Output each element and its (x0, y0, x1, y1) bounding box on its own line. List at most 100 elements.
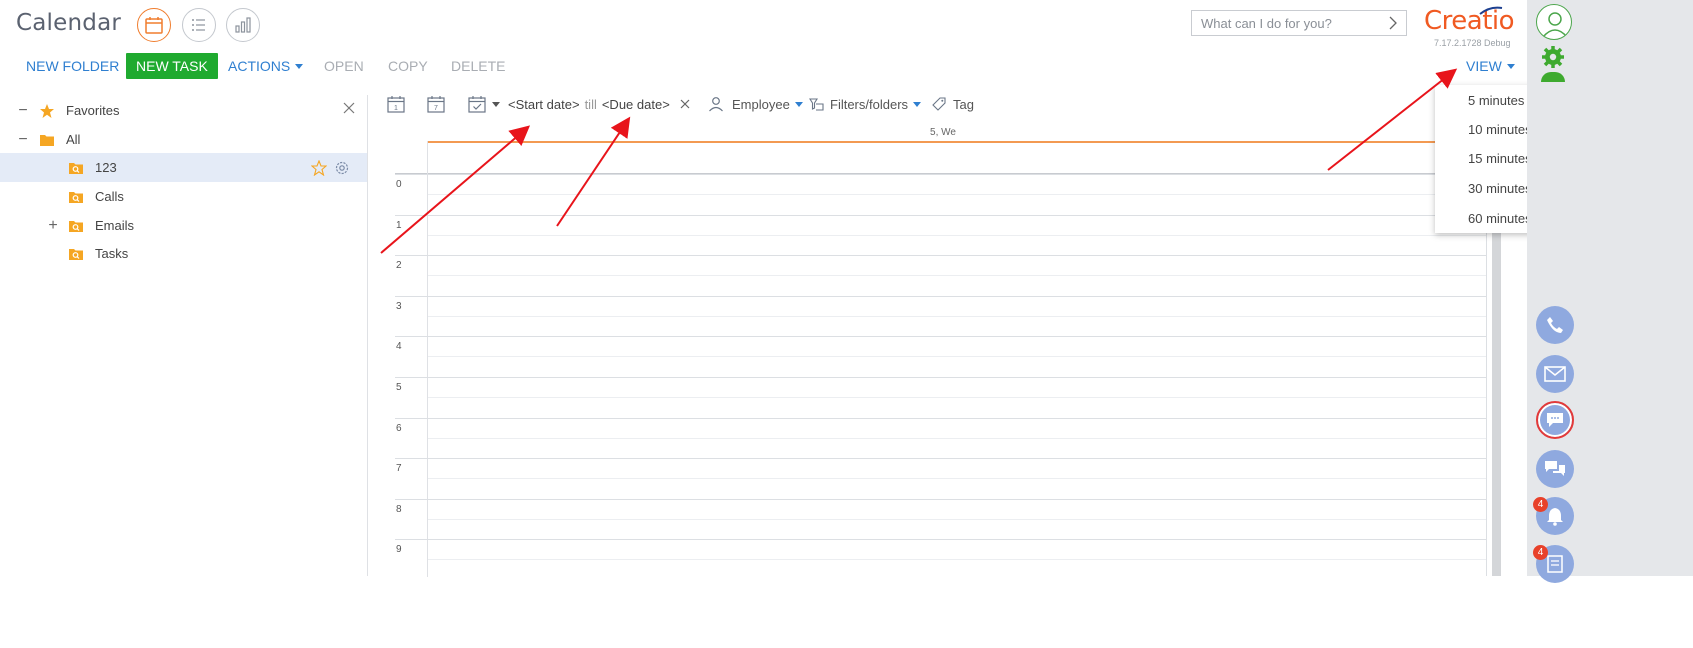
list-view-button[interactable] (182, 8, 216, 42)
hour-label: 5 (396, 382, 402, 393)
user-profile-avatar[interactable] (1536, 4, 1572, 40)
chat-button[interactable] (1536, 401, 1574, 439)
collapse-icon[interactable]: − (17, 131, 29, 149)
search-folder-icon (69, 162, 83, 174)
half-hour-line (428, 397, 1487, 398)
list-icon (192, 19, 205, 31)
day-column-header[interactable]: 5, We (930, 127, 956, 138)
start-date-link[interactable]: <Start date> (508, 97, 580, 112)
page-title: Calendar (16, 10, 122, 36)
actions-button[interactable]: ACTIONS (228, 53, 304, 79)
view-button[interactable]: VIEW (1466, 53, 1515, 79)
tree-item-calls[interactable]: Calls (0, 182, 367, 211)
day-view-button[interactable]: 1 (386, 94, 406, 114)
hour-label: 7 (396, 463, 402, 475)
caret-down-icon (295, 63, 304, 69)
hour-line (395, 255, 1487, 257)
phone-icon (1547, 317, 1563, 333)
hour-label: 9 (396, 544, 402, 556)
hour-line (395, 498, 1487, 500)
analytics-view-button[interactable] (226, 8, 260, 42)
search-folder-icon (69, 191, 83, 203)
week-icon-number: 7 (434, 105, 438, 112)
command-search-input[interactable]: What can I do for you? (1191, 10, 1407, 36)
date-range-filter[interactable]: <Start date> till <Due date> (508, 94, 690, 114)
due-date-link[interactable]: <Due date> (602, 97, 670, 112)
period-select-button[interactable] (467, 94, 500, 114)
communication-panel (1527, 0, 1693, 576)
half-hour-line (428, 356, 1487, 358)
open-button[interactable]: OPEN (324, 53, 364, 79)
hour-line (395, 458, 1487, 460)
copy-button[interactable]: COPY (388, 53, 428, 79)
hour-row[interactable]: 0 (395, 174, 1487, 215)
calendar-scrollbar[interactable] (1492, 174, 1501, 576)
calendar-check-icon (468, 96, 486, 113)
gear-icon[interactable] (1540, 44, 1566, 70)
hour-row[interactable]: 2 (395, 255, 1487, 296)
tag-icon (932, 97, 946, 111)
half-hour-line (428, 478, 1487, 480)
search-folder-icon (69, 220, 83, 232)
chevron-right-icon[interactable] (1388, 16, 1398, 30)
task-list-icon (1547, 555, 1563, 573)
hour-row[interactable]: 4 (395, 336, 1487, 377)
envelope-icon (1544, 366, 1566, 382)
phone-button[interactable] (1536, 306, 1574, 344)
hour-label: 2 (396, 260, 402, 272)
hour-label: 8 (396, 503, 402, 515)
tag-button[interactable]: Tag (931, 94, 974, 114)
tree-item-label: Tasks (95, 246, 129, 261)
hour-row[interactable]: 5 (395, 377, 1487, 418)
new-folder-button[interactable]: NEW FOLDER (26, 53, 119, 79)
calendar-grid[interactable]: 5, We 0 1 2 3 4 5 6 7 8 9 (395, 120, 1487, 577)
hour-line (395, 417, 1487, 419)
hour-row[interactable]: 6 (395, 417, 1487, 459)
tree-item-all[interactable]: − All (0, 125, 367, 154)
hour-row[interactable]: 9 (395, 539, 1487, 580)
calendar-view-button[interactable] (137, 8, 171, 42)
user-icon (709, 97, 723, 112)
hour-row[interactable]: 1 (395, 214, 1487, 256)
employee-label: Employee (732, 96, 790, 112)
tree-item-tasks[interactable]: Tasks (0, 239, 367, 268)
hour-row[interactable]: 8 (395, 498, 1487, 540)
email-button[interactable] (1536, 355, 1574, 393)
filters-folders-button[interactable]: Filters/folders (808, 94, 922, 114)
logo-swoosh-icon (1479, 6, 1503, 15)
star-outline-icon[interactable] (311, 160, 327, 176)
delete-button[interactable]: DELETE (451, 53, 505, 79)
hour-line (395, 295, 1487, 297)
hour-row[interactable]: 3 (395, 295, 1487, 337)
bell-icon (1547, 508, 1563, 526)
caret-down-icon (794, 101, 803, 107)
close-icon[interactable] (343, 102, 355, 114)
collapse-icon[interactable]: − (17, 102, 29, 120)
hour-label: 3 (396, 300, 402, 312)
calendar-day-icon: 1 (387, 96, 405, 113)
hour-row[interactable]: 7 (395, 458, 1487, 499)
tree-item-label: Emails (95, 218, 135, 233)
star-filled-icon (40, 103, 54, 118)
tree-item-label: 123 (95, 160, 117, 175)
tree-item-label: All (66, 132, 81, 147)
tree-item-123[interactable]: 123 (0, 153, 367, 182)
feed-button[interactable] (1536, 450, 1574, 488)
tree-item-favorites[interactable]: − Favorites (0, 96, 367, 125)
tree-item-emails[interactable]: + Emails (0, 211, 367, 240)
expand-icon[interactable]: + (47, 217, 59, 235)
chat-bubble-icon (1547, 413, 1563, 427)
half-hour-line (428, 315, 1487, 317)
folder-icon (40, 134, 54, 146)
help-icon[interactable] (1541, 72, 1565, 82)
close-icon[interactable] (680, 99, 690, 109)
caret-down-icon (492, 101, 500, 107)
actions-label: ACTIONS (228, 58, 291, 74)
new-task-button[interactable]: NEW TASK (126, 53, 218, 79)
calendar-icon (145, 17, 163, 34)
hour-line (395, 377, 1487, 378)
calendar-right-border (1486, 174, 1487, 576)
gear-icon[interactable] (334, 160, 350, 176)
week-view-button[interactable]: 7 (426, 94, 446, 114)
employee-filter-button[interactable]: Employee (708, 94, 803, 114)
